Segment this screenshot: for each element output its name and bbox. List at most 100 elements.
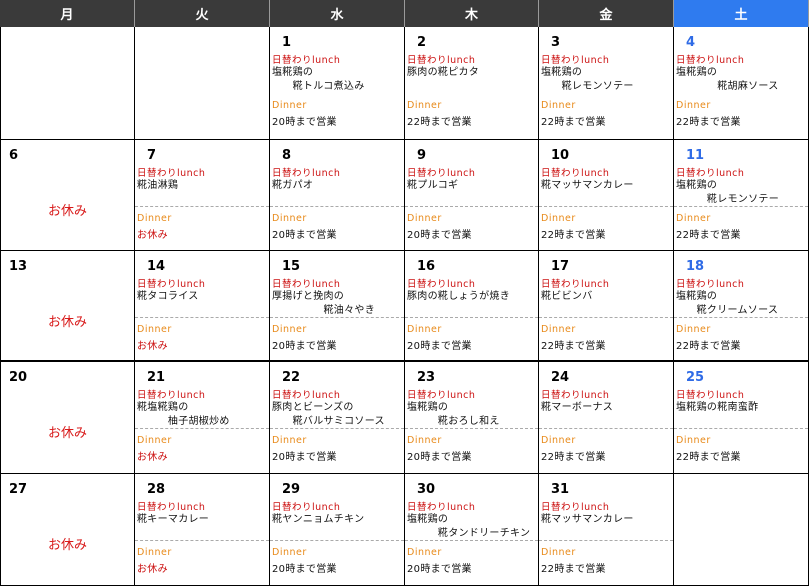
day-cell[interactable]: 18 日替わりlunch 塩糀鶏の 糀クリームソース Dinner 22時まで営業 [674,251,809,362]
lunch-menu: 塩糀鶏の 糀クリームソース [676,291,779,316]
day-number: 4 [686,35,696,50]
day-number: 24 [551,370,570,385]
day-cell[interactable]: 9 日替わりlunch 糀プルコギ Dinner 20時まで営業 [405,140,539,251]
section-divider [539,206,673,207]
lunch-heading: 日替わりlunch [407,279,476,290]
lunch-menu: 糀マッサマンカレー [541,180,634,191]
lunch-menu: 塩糀鶏の 糀タンドリーチキン [407,514,531,539]
lunch-menu: 糀マーボーナス [541,402,614,413]
day-number: 22 [282,370,301,385]
day-number: 29 [282,482,301,497]
dinner-hours: 22時まで営業 [676,117,741,128]
day-number: 31 [551,482,570,497]
dinner-hours: 20時まで営業 [407,230,472,241]
lunch-menu: 糀プルコギ [407,180,459,191]
lunch-menu: 糀ヤンニョムチキン [272,514,365,525]
day-number: 15 [282,259,301,274]
day-cell[interactable]: 17 日替わりlunch 糀ビビンバ Dinner 22時まで営業 [539,251,674,362]
section-divider [135,428,269,429]
lunch-menu: 糀タコライス [137,291,199,302]
lunch-heading: 日替わりlunch [407,55,476,66]
day-cell[interactable]: 30 日替わりlunch 塩糀鶏の 糀タンドリーチキン Dinner 20時まで営業 [405,474,539,586]
lunch-heading: 日替わりlunch [676,55,745,66]
dinner-hours: 20時まで営業 [407,341,472,352]
day-cell[interactable] [0,27,135,140]
day-cell[interactable]: 1 日替わりlunch 塩糀鶏の 糀トルコ煮込み Dinner 20時まで営業 [270,27,405,140]
section-divider [674,206,808,207]
day-cell[interactable]: 6 お休み [0,140,135,251]
day-number: 16 [417,259,436,274]
closed-label: お休み [47,204,87,219]
lunch-menu: 豚肉の糀ピカタ [407,67,480,78]
lunch-heading: 日替わりlunch [541,168,610,179]
day-cell[interactable]: 10 日替わりlunch 糀マッサマンカレー Dinner 22時まで営業 [539,140,674,251]
dinner-hours: 22時まで営業 [676,341,741,352]
day-cell[interactable] [135,27,270,140]
section-divider [405,428,538,429]
section-divider [539,428,673,429]
weekday-header: 木 [405,0,539,27]
day-cell[interactable]: 15 日替わりlunch 厚揚げと挽肉の 糀油々やき Dinner 20時まで営業 [270,251,405,362]
lunch-menu: 塩糀鶏の 糀レモンソテー [676,180,779,205]
dinner-heading: Dinner [541,213,576,224]
dinner-heading: Dinner [137,213,172,224]
day-cell[interactable]: 7 日替わりlunch 糀油淋鶏 Dinner お休み [135,140,270,251]
dinner-heading: Dinner [541,547,576,558]
day-cell[interactable]: 16 日替わりlunch 豚肉の糀しょうが焼き Dinner 20時まで営業 [405,251,539,362]
closed-label: お休み [47,315,87,330]
day-cell[interactable]: 31 日替わりlunch 糀マッサマンカレー Dinner 22時まで営業 [539,474,674,586]
day-number: 28 [147,482,166,497]
day-cell[interactable]: 3 日替わりlunch 塩糀鶏の 糀レモンソテー Dinner 22時まで営業 [539,27,674,140]
lunch-heading: 日替わりlunch [676,279,745,290]
weekday-header: 水 [270,0,405,27]
day-cell[interactable]: 14 日替わりlunch 糀タコライス Dinner お休み [135,251,270,362]
closed-label: お休み [47,426,87,441]
dinner-heading: Dinner [272,547,307,558]
lunch-menu: 糀油淋鶏 [137,180,179,191]
dinner-hours: 22時まで営業 [541,564,606,575]
dinner-heading: Dinner [272,435,307,446]
day-cell[interactable]: 22 日替わりlunch 豚肉とビーンズの 糀バルサミコソース Dinner 20時まで… [270,362,405,474]
day-cell[interactable]: 27 お休み [0,474,135,586]
day-cell[interactable]: 28 日替わりlunch 糀キーマカレー Dinner お休み [135,474,270,586]
dinner-heading: Dinner [137,547,172,558]
dinner-hours: 20時まで営業 [272,117,337,128]
lunch-heading: 日替わりlunch [272,390,341,401]
day-cell[interactable]: 11 日替わりlunch 塩糀鶏の 糀レモンソテー Dinner 22時まで営業 [674,140,809,251]
day-number: 18 [686,259,705,274]
lunch-heading: 日替わりlunch [137,279,206,290]
day-number: 3 [551,35,561,50]
day-number: 25 [686,370,705,385]
day-cell[interactable]: 25 日替わりlunch 塩糀鶏の糀南蛮酢 Dinner 22時まで営業 [674,362,809,474]
day-cell[interactable]: 23 日替わりlunch 塩糀鶏の 糀おろし和え Dinner 20時まで営業 [405,362,539,474]
day-cell[interactable]: 29 日替わりlunch 糀ヤンニョムチキン Dinner 20時まで営業 [270,474,405,586]
day-cell[interactable]: 13 お休み [0,251,135,362]
dinner-heading: Dinner [272,213,307,224]
day-cell[interactable]: 20 お休み [0,362,135,474]
day-cell[interactable]: 21 日替わりlunch 糀塩糀鶏の 柚子胡椒炒め Dinner お休み [135,362,270,474]
day-cell[interactable]: 24 日替わりlunch 糀マーボーナス Dinner 22時まで営業 [539,362,674,474]
section-divider [674,428,808,429]
lunch-heading: 日替わりlunch [137,390,206,401]
day-number: 11 [686,148,705,163]
dinner-hours: 22時まで営業 [541,452,606,463]
day-cell[interactable]: 2 日替わりlunch 豚肉の糀ピカタ Dinner 22時まで営業 [405,27,539,140]
lunch-menu: 塩糀鶏の 糀トルコ煮込み [272,67,365,92]
day-cell[interactable]: 8 日替わりlunch 糀ガパオ Dinner 20時まで営業 [270,140,405,251]
lunch-menu: 厚揚げと挽肉の 糀油々やき [272,291,375,316]
dinner-heading: Dinner [676,324,711,335]
section-divider [135,540,269,541]
dinner-hours: 22時まで営業 [676,452,741,463]
day-number: 27 [9,482,28,497]
dinner-hours: お休み [137,564,168,575]
dinner-heading: Dinner [272,100,307,111]
day-cell[interactable]: 4 日替わりlunch 塩糀鶏の 糀胡麻ソース Dinner 22時まで営業 [674,27,809,140]
dinner-heading: Dinner [407,100,442,111]
lunch-menu: 塩糀鶏の 糀胡麻ソース [676,67,779,92]
lunch-menu: 糀ビビンバ [541,291,593,302]
dinner-hours: 22時まで営業 [541,230,606,241]
dinner-hours: 20時まで営業 [272,230,337,241]
closed-label: お休み [47,538,87,553]
day-cell[interactable] [674,474,809,586]
lunch-menu: 豚肉とビーンズの 糀バルサミコソース [272,402,385,427]
